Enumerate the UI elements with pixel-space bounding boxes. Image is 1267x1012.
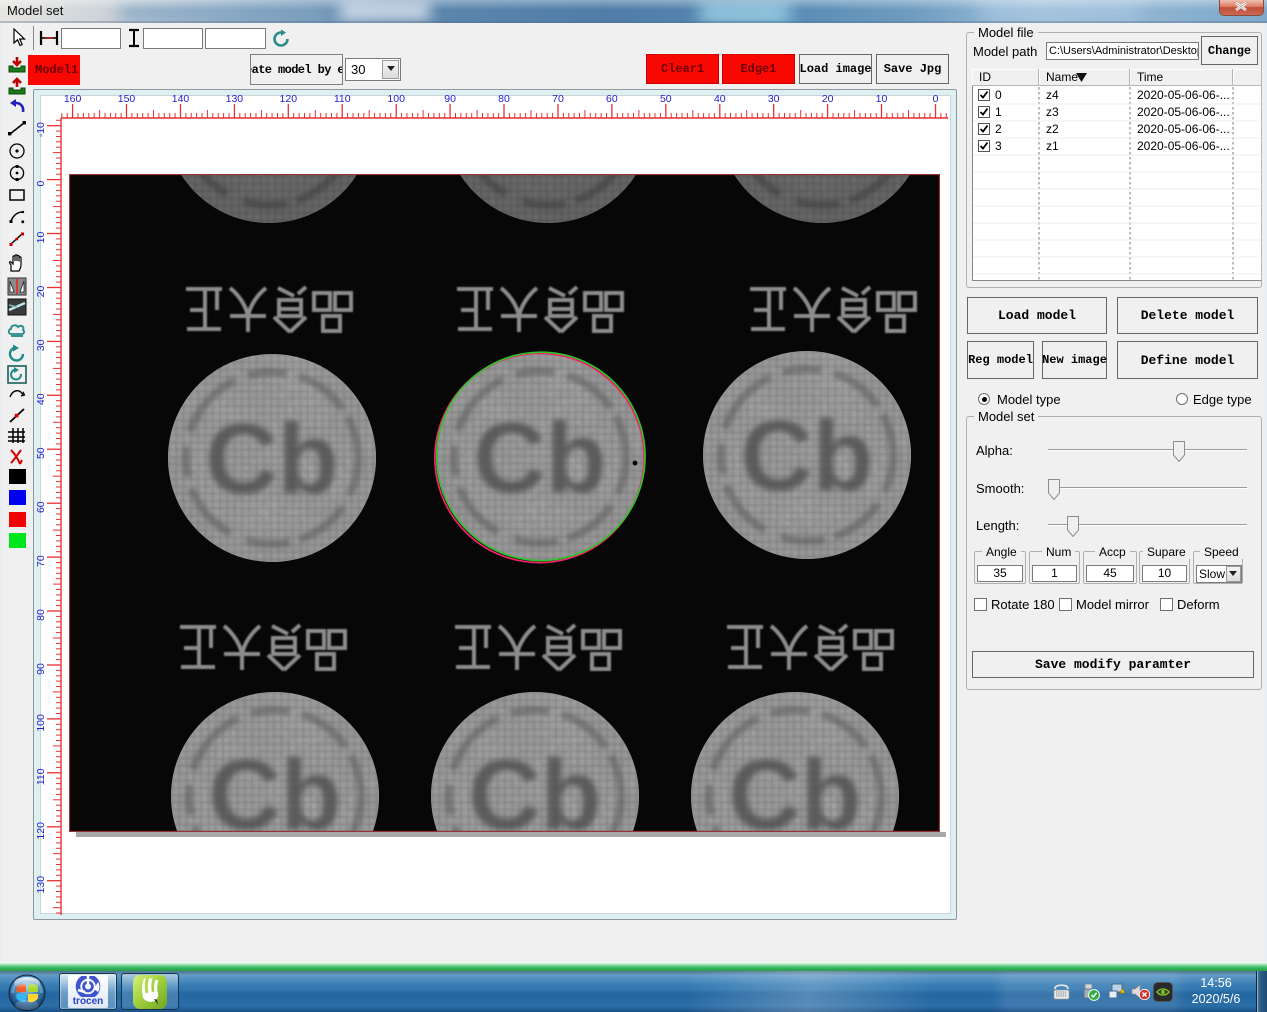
svg-text:-10: -10 [35, 122, 47, 137]
svg-text:60: 60 [606, 93, 618, 105]
svg-text:90: 90 [35, 663, 47, 675]
svg-text:140: 140 [172, 93, 190, 105]
svg-text:70: 70 [35, 555, 47, 567]
svg-text:10: 10 [876, 93, 888, 105]
svg-text:10: 10 [35, 232, 47, 244]
svg-text:160: 160 [64, 93, 82, 105]
svg-text:40: 40 [35, 393, 47, 405]
svg-text:110: 110 [334, 93, 351, 105]
svg-text:30: 30 [35, 339, 47, 351]
svg-text:40: 40 [714, 93, 726, 105]
svg-text:50: 50 [35, 447, 47, 459]
svg-text:20: 20 [822, 93, 834, 105]
svg-text:130: 130 [226, 93, 244, 105]
svg-text:70: 70 [552, 93, 564, 105]
svg-text:0: 0 [933, 93, 939, 105]
svg-text:80: 80 [35, 609, 47, 621]
svg-text:80: 80 [498, 93, 510, 105]
svg-text:120: 120 [35, 822, 47, 840]
svg-text:30: 30 [768, 93, 780, 105]
svg-text:120: 120 [280, 93, 298, 105]
svg-text:110: 110 [35, 768, 47, 785]
svg-text:90: 90 [444, 93, 456, 105]
svg-text:100: 100 [35, 714, 47, 732]
svg-text:60: 60 [35, 501, 47, 513]
svg-text:0: 0 [35, 181, 47, 187]
svg-text:130: 130 [35, 876, 47, 894]
svg-text:50: 50 [660, 93, 672, 105]
svg-text:100: 100 [387, 93, 405, 105]
svg-text:20: 20 [35, 286, 47, 298]
svg-text:150: 150 [118, 93, 136, 105]
